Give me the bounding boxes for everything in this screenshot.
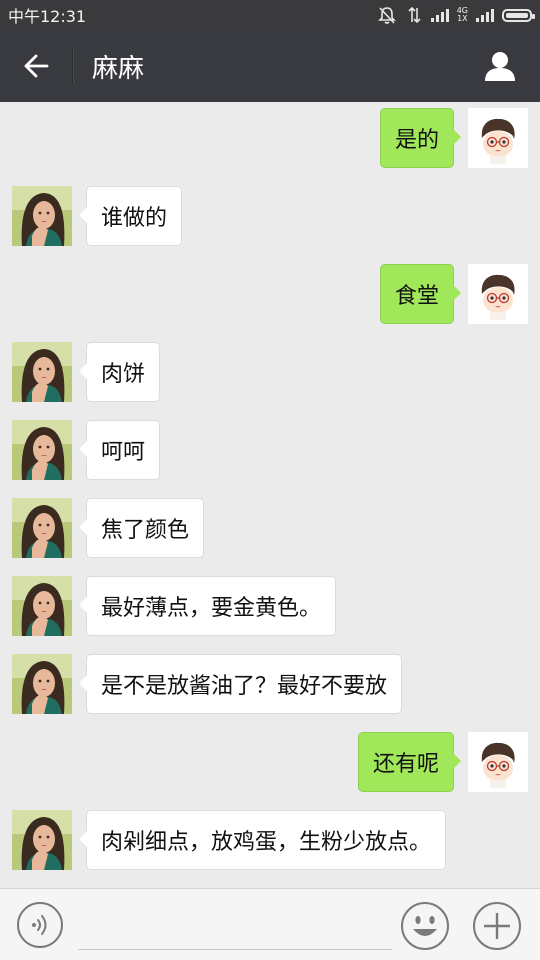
contact-photo-avatar <box>12 420 72 480</box>
contact-photo-avatar <box>12 810 72 870</box>
signal-icon <box>476 5 494 25</box>
message-input[interactable] <box>78 903 392 950</box>
avatar[interactable] <box>12 186 72 246</box>
person-icon <box>485 52 515 81</box>
contact-photo-avatar <box>12 576 72 636</box>
more-button[interactable] <box>472 901 522 951</box>
emoji-icon <box>401 902 449 950</box>
cartoon-boy-avatar <box>468 264 528 324</box>
message-received: 肉饼 <box>0 342 540 402</box>
avatar[interactable] <box>12 576 72 636</box>
message-sent: 食堂 <box>0 264 540 324</box>
emoji-button[interactable] <box>400 901 450 951</box>
status-time: 中午12:31 <box>8 7 87 26</box>
cartoon-boy-avatar <box>468 108 528 168</box>
plus-icon <box>473 902 521 950</box>
avatar[interactable] <box>468 108 528 168</box>
message-bubble[interactable]: 食堂 <box>379 264 462 324</box>
chat-info-button[interactable] <box>468 30 532 102</box>
title-divider <box>72 48 74 84</box>
message-received: 焦了颜色 <box>0 498 540 558</box>
message-received: 谁做的 <box>0 186 540 246</box>
mute-icon <box>377 5 397 25</box>
message-received: 最好薄点，要金黄色。 <box>0 576 540 636</box>
avatar[interactable] <box>12 654 72 714</box>
message-list[interactable]: 是的 谁做的 食堂 肉饼 呵呵 焦了颜色 最好薄点，要金黄色。 是不是放酱油了？… <box>0 102 540 888</box>
title-bar: 麻麻 <box>0 30 540 102</box>
avatar[interactable] <box>12 810 72 870</box>
contact-photo-avatar <box>12 654 72 714</box>
network-type-icon: 4G 1X <box>457 5 468 25</box>
message-received: 呵呵 <box>0 420 540 480</box>
chat-title: 麻麻 <box>92 53 145 84</box>
message-bubble[interactable]: 肉饼 <box>78 342 161 402</box>
message-bubble[interactable]: 肉剁细点，放鸡蛋，生粉少放点。 <box>78 810 447 870</box>
status-bar: 中午12:31 4G 1X <box>0 0 540 30</box>
message-bubble[interactable]: 是不是放酱油了？最好不要放 <box>78 654 403 714</box>
avatar[interactable] <box>468 732 528 792</box>
message-bubble[interactable]: 是的 <box>379 108 462 168</box>
status-icons: 4G 1X <box>377 5 535 25</box>
contact-photo-avatar <box>12 498 72 558</box>
avatar[interactable] <box>12 420 72 480</box>
avatar[interactable] <box>12 498 72 558</box>
voice-icon <box>17 902 63 948</box>
message-bubble[interactable]: 焦了颜色 <box>78 498 205 558</box>
message-bubble[interactable]: 还有呢 <box>357 732 462 792</box>
message-received: 肉剁细点，放鸡蛋，生粉少放点。 <box>0 810 540 870</box>
battery-icon <box>502 5 535 25</box>
avatar[interactable] <box>468 264 528 324</box>
contact-photo-avatar <box>12 342 72 402</box>
message-bubble[interactable]: 最好薄点，要金黄色。 <box>78 576 337 636</box>
message-bubble[interactable]: 呵呵 <box>78 420 161 480</box>
message-sent: 是的 <box>0 108 540 168</box>
back-arrow-icon <box>24 54 49 78</box>
signal-icon <box>430 5 449 25</box>
message-received: 是不是放酱油了？最好不要放 <box>0 654 540 714</box>
message-sent: 还有呢 <box>0 732 540 792</box>
avatar[interactable] <box>12 342 72 402</box>
back-button[interactable] <box>0 30 72 102</box>
voice-button[interactable] <box>16 901 64 949</box>
input-bar <box>0 888 540 960</box>
cartoon-boy-avatar <box>468 732 528 792</box>
vibrate-icon <box>405 5 423 25</box>
network-type-bottom: 1X <box>457 14 468 23</box>
contact-photo-avatar <box>12 186 72 246</box>
message-bubble[interactable]: 谁做的 <box>78 186 183 246</box>
